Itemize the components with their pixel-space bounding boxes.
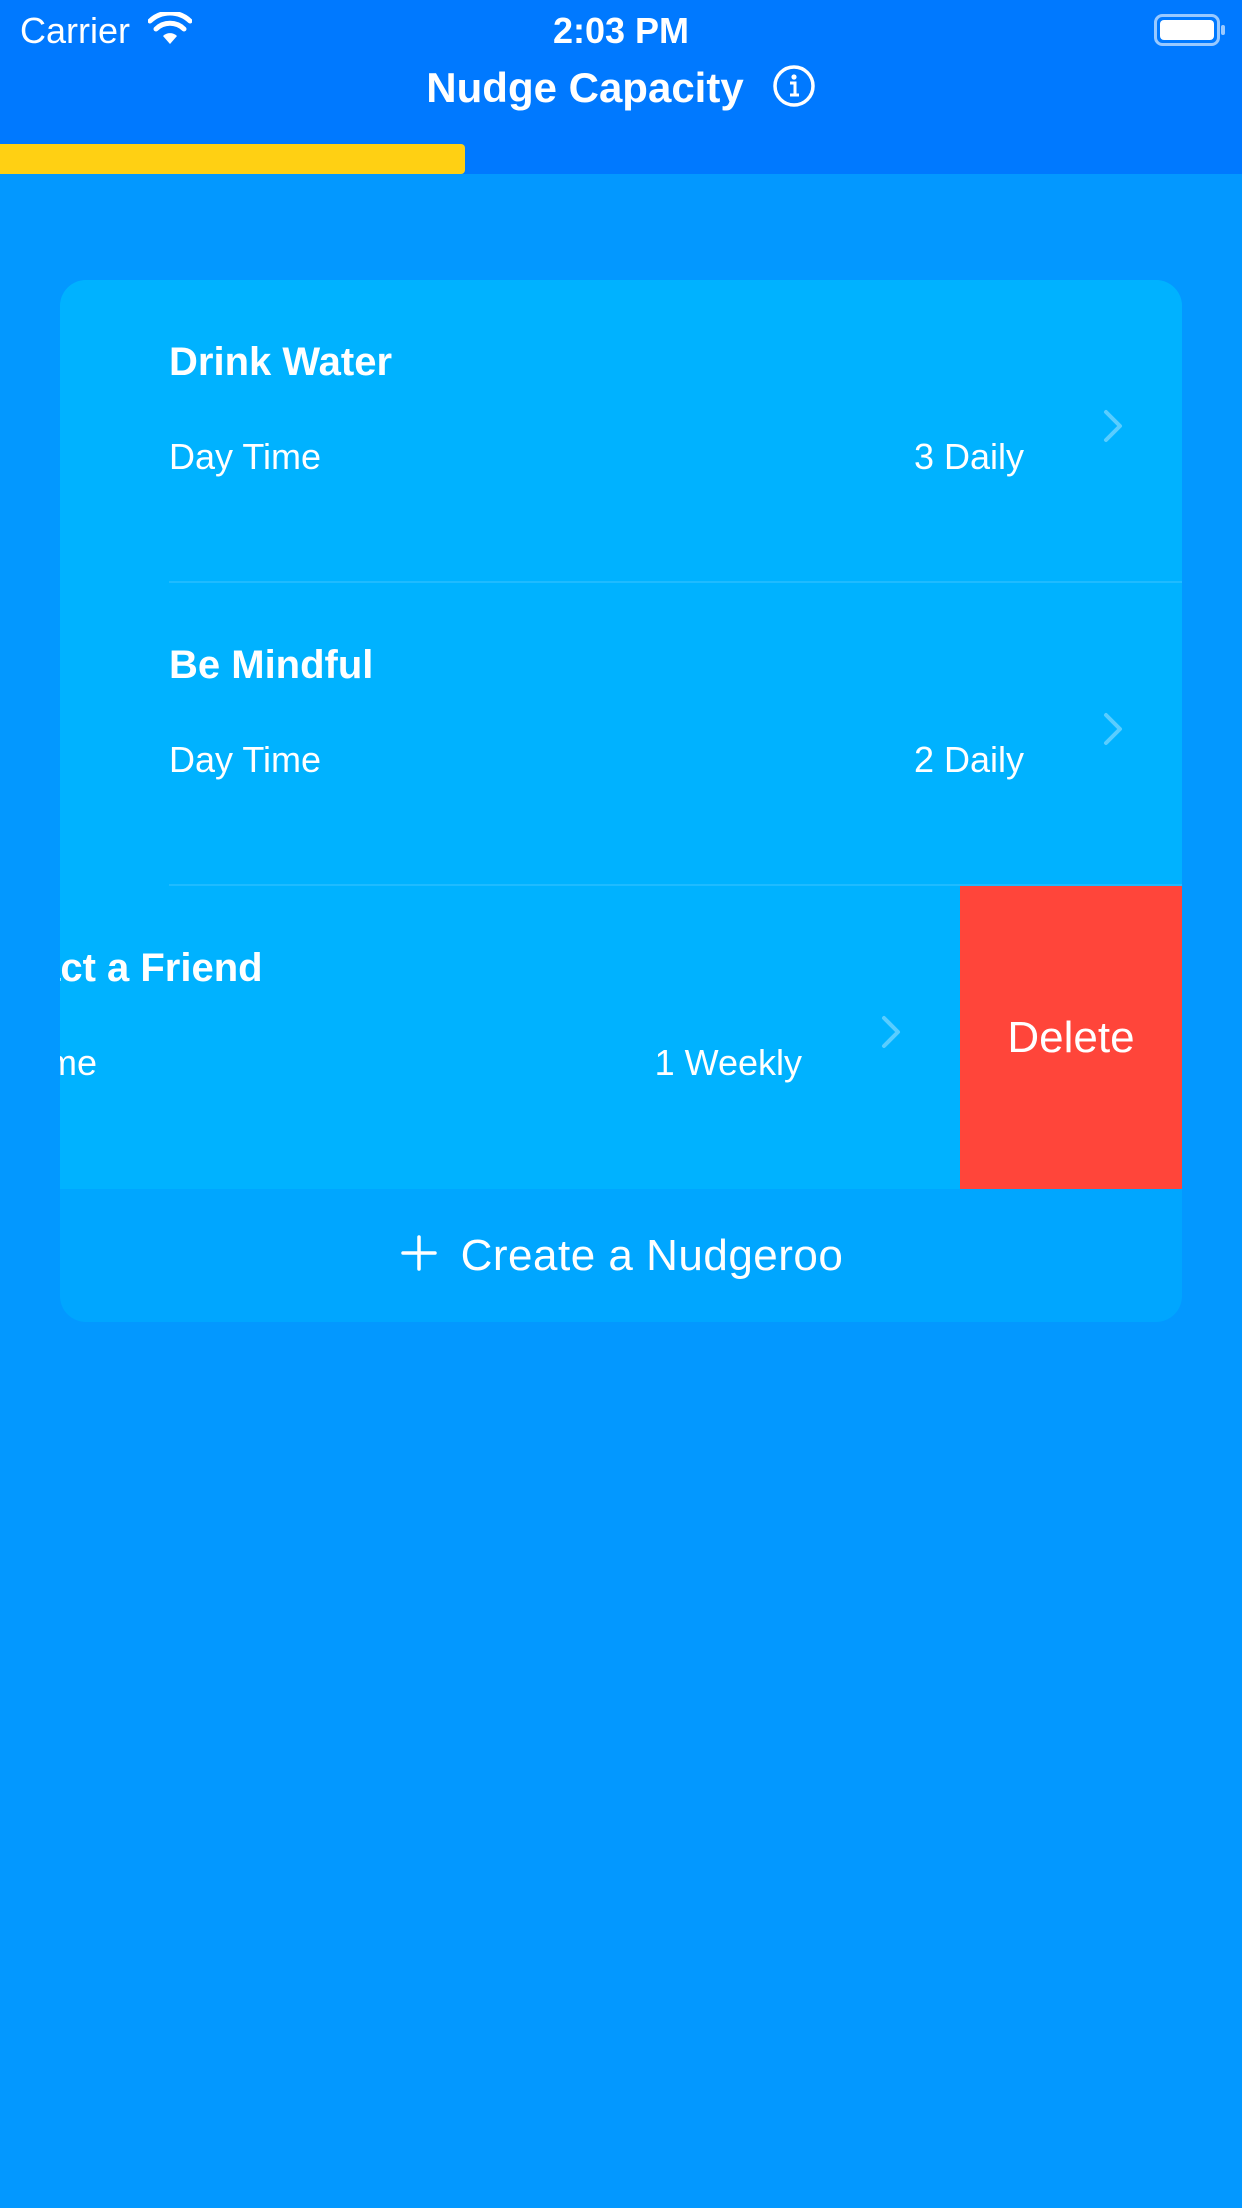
nudge-row-drink-water[interactable]: Drink Water Day Time 3 Daily: [60, 280, 1182, 583]
create-nudge-label: Create a Nudgeroo: [460, 1230, 844, 1280]
status-time: 2:03 PM: [552, 10, 690, 51]
capacity-progress-fill: [0, 144, 465, 174]
page-title: Nudge Capacity: [426, 64, 744, 111]
nudge-title: Contact a Friend: [60, 946, 263, 990]
nudge-frequency: 3 Daily: [913, 436, 1024, 477]
info-icon[interactable]: [772, 64, 816, 113]
nudge-frequency: 2 Daily: [913, 739, 1024, 780]
nudge-row-contact-a-friend[interactable]: Contact a Friend Any Time 1 Weekly Delet…: [60, 886, 1182, 1189]
create-nudge-button[interactable]: Create a Nudgeroo: [60, 1189, 1182, 1322]
nudge-frequency: 1 Weekly: [654, 1042, 802, 1083]
nudge-row-be-mindful[interactable]: Be Mindful Day Time 2 Daily: [60, 583, 1182, 886]
delete-label: Delete: [1007, 1012, 1135, 1062]
nudge-list-card: Drink Water Day Time 3 Daily Be Mindful …: [60, 280, 1182, 1322]
battery-icon: [1154, 14, 1226, 51]
plus-icon: [399, 1233, 439, 1278]
nudge-title: Drink Water: [169, 340, 393, 384]
navigation-bar: Carrier 2:03 PM Nudge Capacity: [0, 0, 1242, 174]
chevron-right-icon: [1102, 711, 1124, 752]
nudge-time: Day Time: [169, 436, 322, 477]
nudge-time: Any Time: [60, 1042, 98, 1083]
capacity-progress-bar: [0, 144, 1242, 174]
delete-button[interactable]: Delete: [960, 886, 1182, 1189]
chevron-right-icon: [880, 1014, 902, 1055]
nudge-title: Be Mindful: [169, 643, 374, 687]
nudge-time: Day Time: [169, 739, 322, 780]
chevron-right-icon: [1102, 408, 1124, 449]
